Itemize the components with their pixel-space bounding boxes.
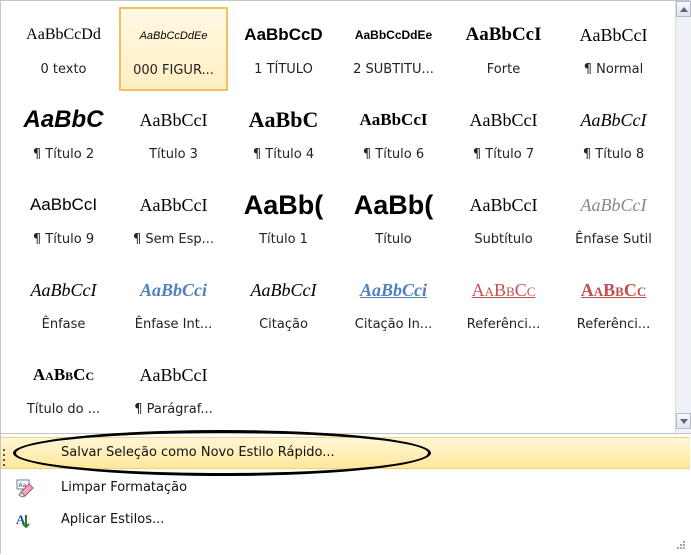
style-sample: AaBbCci [359, 280, 427, 300]
apply-styles-icon: A [15, 511, 35, 531]
gallery-scrollbar[interactable] [675, 1, 691, 433]
style-sample: AaBbCcI [469, 110, 538, 130]
style-tile[interactable]: AaBbCcI Título 3 [119, 92, 228, 176]
style-sample: AaBbCcI [580, 110, 647, 130]
style-label: ¶ Título 8 [582, 147, 645, 162]
style-label: 2 SUBTITU... [353, 62, 434, 77]
style-label: Ênfase Int... [134, 317, 213, 332]
style-tile[interactable]: AaBb( Título [339, 177, 448, 261]
style-label: Título 1 [259, 232, 308, 247]
style-tile[interactable]: AaBbCcI Ênfase [9, 262, 118, 346]
style-label: Título [375, 232, 412, 247]
scroll-down-button[interactable] [676, 413, 691, 429]
style-label: ¶ Título 4 [252, 147, 315, 162]
save-quick-style-label: Salvar Seleção como Novo Estilo Rápido..… [61, 445, 335, 460]
style-sample: AaBbCcI [465, 24, 542, 45]
menu-separator [1, 433, 691, 434]
clear-formatting-label: Limpar Formatação [61, 480, 188, 495]
style-sample: AaBbCcDdEe [139, 30, 208, 42]
style-label: ¶ Sem Esp... [132, 232, 215, 247]
save-quick-style-menu-item[interactable]: Salvar Seleção como Novo Estilo Rápido..… [1, 437, 690, 469]
style-tile[interactable]: AaBbCcI Subtítulo [449, 177, 558, 261]
style-sample: AaBbC [248, 107, 319, 132]
styles-menu: Salvar Seleção como Novo Estilo Rápido..… [1, 433, 691, 555]
style-tile[interactable]: AaBbCc Referênci... [559, 262, 668, 346]
style-tile[interactable]: AaBbCcD 1 TÍTULO [229, 7, 338, 91]
clear-formatting-menu-item[interactable]: Aa Limpar Formatação [1, 473, 690, 505]
style-tile[interactable]: AaBbCcI Ênfase Sutil [559, 177, 668, 261]
style-sample: AaBbCcI [30, 280, 97, 300]
style-sample: AaBbCcI [139, 365, 208, 385]
style-tile[interactable]: AaBbCcI Forte [449, 7, 558, 91]
style-tile[interactable]: AaBbCcDd 0 texto [9, 7, 118, 91]
style-sample: AaBb( [353, 190, 434, 220]
style-label: ¶ Parágraf... [134, 402, 213, 417]
style-tile[interactable]: AaBbCci Ênfase Int... [119, 262, 228, 346]
style-sample: AaBbCcD [244, 25, 323, 44]
arrow-down-icon [680, 419, 688, 424]
style-label: Subtítulo [474, 232, 533, 247]
style-label: Título do ... [26, 402, 101, 417]
style-label: ¶ Título 7 [472, 147, 535, 162]
style-label: Ênfase Sutil [575, 232, 652, 247]
quick-styles-panel: AaBbCcDd 0 texto AaBbCcDdEe 000 FIGUR... AaB… [0, 0, 691, 555]
style-tile[interactable]: AaBbCcI ¶ Parágraf... [119, 347, 228, 431]
clear-formatting-icon: Aa [15, 479, 35, 499]
style-tile[interactable]: AaBbC ¶ Título 4 [229, 92, 338, 176]
style-label: ¶ Normal [583, 62, 644, 77]
style-label: Ênfase [41, 317, 86, 332]
apply-styles-label: Aplicar Estilos... [61, 512, 165, 527]
style-label: Forte [486, 62, 521, 77]
style-label: 1 TÍTULO [254, 62, 313, 77]
style-tile[interactable]: AaBbCcI ¶ Título 7 [449, 92, 558, 176]
resize-grip-icon[interactable] [675, 539, 685, 549]
style-tile[interactable]: AaBb( Título 1 [229, 177, 338, 261]
style-tile[interactable]: AaBbCc Referênci... [449, 262, 558, 346]
style-tile[interactable]: AaBbCcDdEe 000 FIGUR... [119, 7, 228, 91]
style-label: Citação [259, 317, 308, 332]
style-label: Citação In... [354, 317, 433, 332]
style-sample: AaBbCcI [139, 195, 208, 215]
style-sample: AaBbCcI [580, 195, 647, 215]
style-sample: AaBbCcI [250, 280, 317, 300]
style-sample: AaBbCcI [469, 195, 538, 215]
style-sample: AaBbCcI [139, 110, 208, 130]
style-sample: AaBbCc [32, 365, 95, 384]
style-label: ¶ Título 6 [362, 147, 425, 162]
style-label: Referênci... [576, 317, 651, 332]
style-tile[interactable]: AaBbCcI Citação [229, 262, 338, 346]
style-sample: AaBbCcI [579, 25, 648, 45]
style-tile[interactable]: AaBbCcI ¶ Título 8 [559, 92, 668, 176]
style-sample: AaBbCci [139, 280, 207, 300]
style-label: ¶ Título 9 [32, 232, 95, 247]
style-sample: AaBbCc [580, 280, 647, 300]
style-tile[interactable]: AaBbCcI ¶ Título 9 [9, 177, 118, 261]
style-sample: AaBbCc [471, 280, 536, 300]
drag-dots-icon [3, 449, 5, 466]
style-tile[interactable]: AaBbCc Título do ... [9, 347, 118, 431]
style-tile[interactable]: AaBbCci Citação In... [339, 262, 448, 346]
style-sample: AaBbCcDdEe [354, 28, 433, 42]
style-label: Referênci... [466, 317, 541, 332]
style-tile[interactable]: AaBbCcI ¶ Título 6 [339, 92, 448, 176]
style-sample: AaBbC [23, 106, 104, 133]
style-label: 000 FIGUR... [133, 63, 214, 78]
arrow-up-icon [680, 7, 688, 12]
style-label: ¶ Título 2 [32, 147, 95, 162]
style-label: Título 3 [149, 147, 198, 162]
scroll-up-button[interactable] [676, 1, 691, 17]
style-sample: AaBbCcDd [26, 26, 101, 43]
apply-styles-menu-item[interactable]: A Aplicar Estilos... [1, 505, 690, 537]
style-sample: AaBbCcI [29, 195, 98, 214]
style-tile[interactable]: AaBbC ¶ Título 2 [9, 92, 118, 176]
style-sample: AaBb( [243, 190, 324, 220]
style-tile[interactable]: AaBbCcI ¶ Normal [559, 7, 668, 91]
style-label: 0 texto [40, 62, 87, 77]
style-sample: AaBbCcI [359, 110, 428, 129]
style-tile[interactable]: AaBbCcI ¶ Sem Esp... [119, 177, 228, 261]
style-tile[interactable]: AaBbCcDdEe 2 SUBTITU... [339, 7, 448, 91]
styles-gallery: AaBbCcDd 0 texto AaBbCcDdEe 000 FIGUR... AaB… [9, 7, 675, 433]
